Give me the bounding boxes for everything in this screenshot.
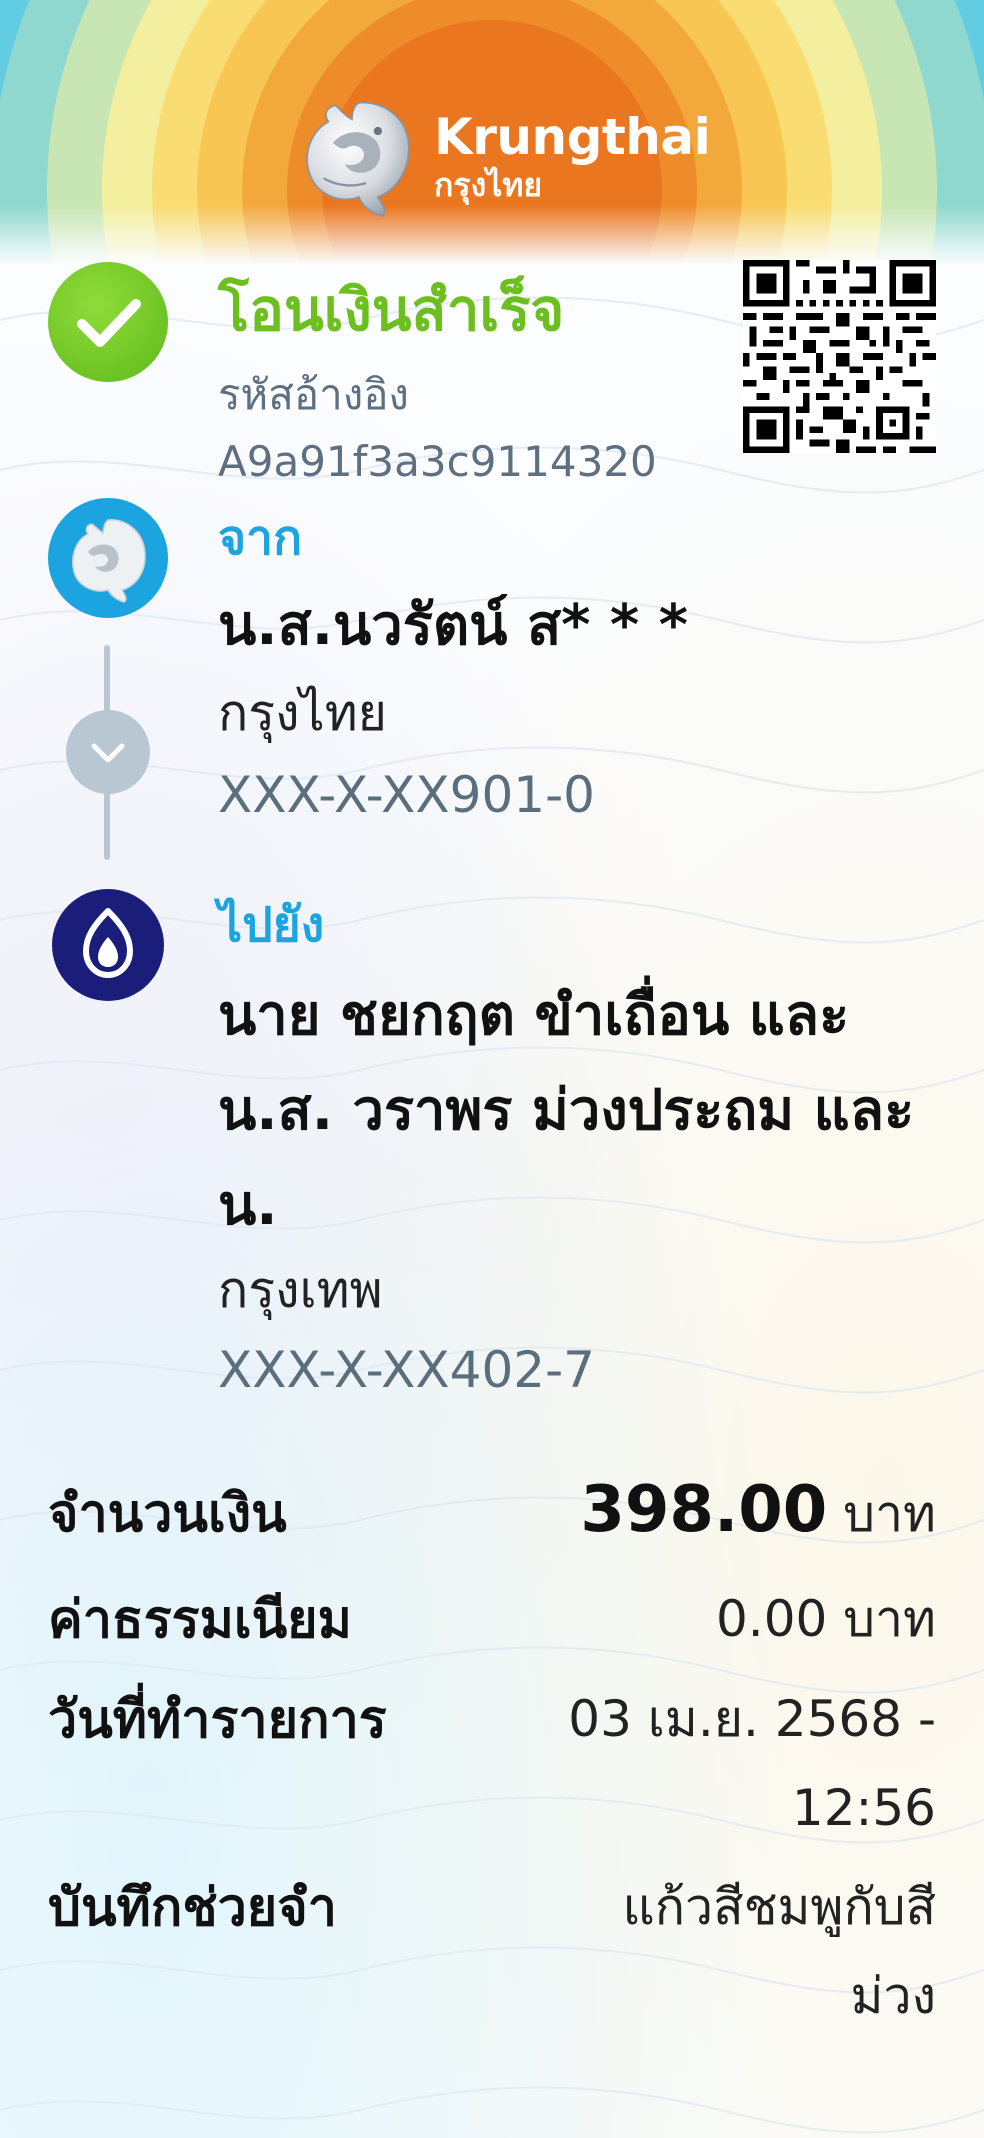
from-bank: กรุงไทย <box>218 684 387 742</box>
amount-label: จำนวนเงิน <box>48 1484 287 1544</box>
from-name: น.ส.นวรัตน์ ส* * * <box>218 593 688 658</box>
brand-name-th: กรุงไทย <box>434 166 543 204</box>
krungthai-bird-icon <box>306 101 410 217</box>
amount-unit: บาท <box>843 1485 936 1543</box>
amount-value: 398.00 บาท <box>580 1466 936 1558</box>
amount-number: 398.00 <box>580 1473 828 1547</box>
date-label: วันที่ทำรายการ <box>48 1690 387 1750</box>
from-account: XXX-X-XX901-0 <box>218 766 595 824</box>
to-account: XXX-X-XX402-7 <box>218 1341 595 1399</box>
krungthai-logo: Krungthai กรุงไทย <box>300 92 711 222</box>
to-name-line3: น. <box>218 1173 278 1238</box>
qr-code-icon[interactable] <box>743 260 936 453</box>
brand-name-en: Krungthai <box>434 108 711 166</box>
date-value-line1: 03 เม.ย. 2568 - <box>568 1690 936 1748</box>
bangkok-bank-icon <box>52 889 164 1001</box>
memo-value-line1: แก้วสีชมพูกับสี <box>622 1878 936 1936</box>
chevron-down-icon <box>66 710 150 794</box>
reference-label: รหัสอ้างอิง <box>218 370 409 419</box>
from-label: จาก <box>218 510 303 566</box>
reference-code[interactable]: A9a91f3a3c9114320 <box>218 432 657 492</box>
krungthai-bank-icon <box>48 498 168 618</box>
success-check-icon <box>48 262 168 382</box>
header-banner: Krungthai กรุงไทย <box>0 0 984 265</box>
fee-value: 0.00 บาท <box>716 1590 936 1648</box>
to-bank: กรุงเทพ <box>218 1261 383 1319</box>
to-name-line1: นาย ชยกฤต ขำเถื่อน และ <box>218 983 850 1048</box>
date-value-line2: 12:56 <box>791 1779 936 1837</box>
to-name-line2: น.ส. วราพร ม่วงประถม และ <box>218 1078 915 1143</box>
to-label: ไปยัง <box>218 897 325 953</box>
fee-label: ค่าธรรมเนียม <box>48 1590 352 1650</box>
transfer-success-title: โอนเงินสำเร็จ <box>218 276 565 344</box>
memo-label: บันทึกช่วยจำ <box>48 1878 337 1938</box>
memo-value-line2: ม่วง <box>850 1967 936 2025</box>
